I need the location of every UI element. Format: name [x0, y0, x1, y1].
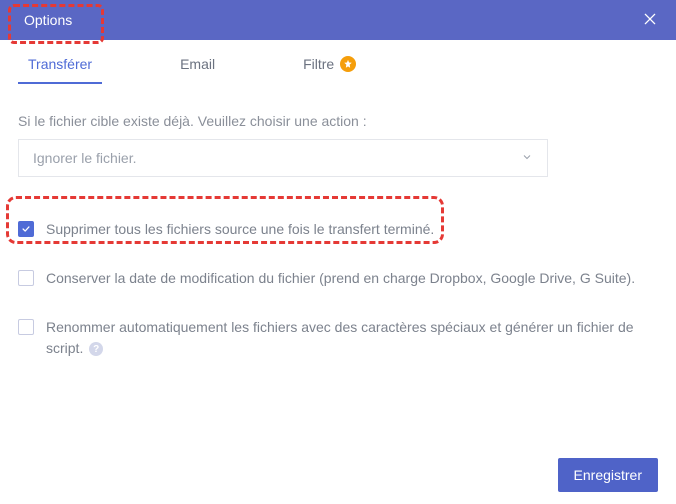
- option-delete-source: Supprimer tous les fichiers source une f…: [18, 217, 658, 242]
- tab-filter[interactable]: Filtre: [289, 46, 370, 84]
- option-rename-special: Renommer automatiquement les fichiers av…: [18, 315, 658, 361]
- tab-transfer[interactable]: Transférer: [14, 46, 106, 84]
- tab-email-label: Email: [180, 56, 215, 72]
- tab-filter-label: Filtre: [303, 56, 334, 72]
- save-button[interactable]: Enregistrer: [558, 458, 658, 492]
- checkbox-rename-special[interactable]: [18, 319, 34, 335]
- existing-file-label: Si le fichier cible existe déjà. Veuille…: [18, 113, 658, 129]
- existing-file-dropdown[interactable]: Ignorer le fichier.: [18, 139, 548, 177]
- content-area: Si le fichier cible existe déjà. Veuille…: [0, 85, 676, 361]
- checkbox-delete-source[interactable]: [18, 221, 34, 237]
- tab-email[interactable]: Email: [166, 46, 229, 84]
- option-keep-mod-date-label: Conserver la date de modification du fic…: [46, 268, 635, 289]
- help-icon[interactable]: ?: [89, 342, 103, 356]
- chevron-down-icon: [521, 150, 533, 166]
- dialog-title: Options: [24, 12, 72, 28]
- tab-bar: Transférer Email Filtre: [0, 46, 676, 85]
- close-icon[interactable]: [638, 7, 662, 34]
- dialog-header: Options: [0, 0, 676, 40]
- dropdown-value: Ignorer le fichier.: [33, 150, 137, 166]
- option-keep-mod-date: Conserver la date de modification du fic…: [18, 266, 658, 291]
- option-delete-source-label: Supprimer tous les fichiers source une f…: [46, 219, 434, 240]
- option-rename-special-label: Renommer automatiquement les fichiers av…: [46, 317, 658, 359]
- dialog-footer: Enregistrer: [558, 458, 658, 492]
- star-icon: [340, 56, 356, 72]
- tab-transfer-label: Transférer: [28, 56, 92, 72]
- checkbox-keep-mod-date[interactable]: [18, 270, 34, 286]
